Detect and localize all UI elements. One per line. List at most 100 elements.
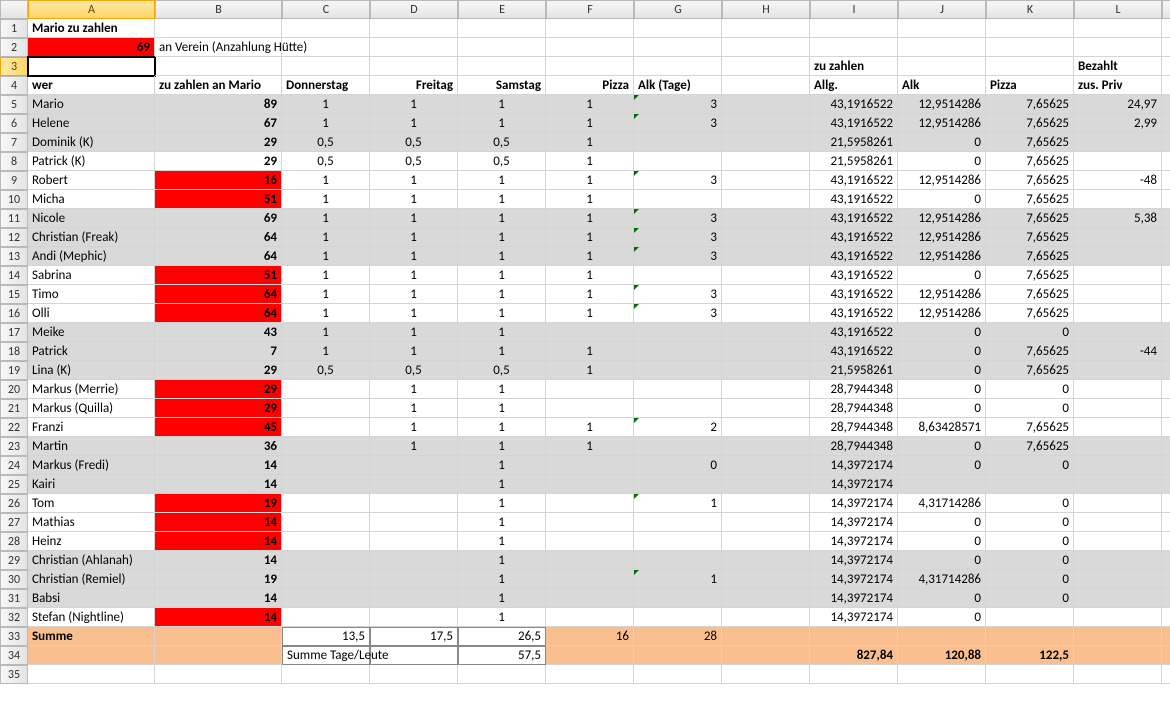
cell[interactable]: 7,65625 xyxy=(986,247,1074,266)
cell[interactable]: 122,5 xyxy=(986,646,1074,665)
cell[interactable] xyxy=(1074,38,1162,57)
cell[interactable]: Dominik (K) xyxy=(28,133,155,152)
cell[interactable] xyxy=(1162,608,1170,627)
cell[interactable] xyxy=(1074,228,1162,247)
cell[interactable] xyxy=(546,57,634,76)
cell[interactable] xyxy=(1162,285,1170,304)
cell[interactable]: Heinz xyxy=(28,532,155,551)
cell[interactable]: 1 xyxy=(546,304,634,323)
cell[interactable]: 1 xyxy=(634,570,722,589)
cell[interactable]: 1 xyxy=(370,228,458,247)
cell[interactable] xyxy=(898,627,986,646)
row-header[interactable]: 32 xyxy=(0,608,28,627)
cell[interactable] xyxy=(1162,494,1170,513)
cell[interactable]: 1 xyxy=(458,437,546,456)
cell[interactable]: 3 xyxy=(634,247,722,266)
cell[interactable]: 1 xyxy=(370,247,458,266)
cell[interactable]: 57,5 xyxy=(458,646,546,665)
cell[interactable] xyxy=(458,38,546,57)
cell[interactable] xyxy=(155,627,282,646)
cell[interactable]: 19 xyxy=(155,494,282,513)
cell[interactable]: 14,3972174 xyxy=(810,475,898,494)
cell[interactable] xyxy=(722,608,810,627)
cell[interactable] xyxy=(370,570,458,589)
cell[interactable] xyxy=(370,38,458,57)
cell[interactable] xyxy=(986,627,1074,646)
cell[interactable]: Martin xyxy=(28,437,155,456)
cell[interactable] xyxy=(634,152,722,171)
cell[interactable] xyxy=(634,57,722,76)
cell[interactable] xyxy=(1162,532,1170,551)
cell[interactable] xyxy=(1162,399,1170,418)
cell[interactable]: 1 xyxy=(370,437,458,456)
cell[interactable] xyxy=(1074,418,1162,437)
cell[interactable]: 7,65625 xyxy=(986,437,1074,456)
cell[interactable] xyxy=(546,399,634,418)
cell[interactable] xyxy=(722,209,810,228)
cell[interactable]: 2,99 xyxy=(1074,114,1162,133)
cell[interactable] xyxy=(1162,361,1170,380)
cell[interactable] xyxy=(810,665,898,684)
cell[interactable]: Christian (Ahlanah) xyxy=(28,551,155,570)
col-header[interactable]: I xyxy=(810,0,898,19)
cell[interactable] xyxy=(722,456,810,475)
cell[interactable] xyxy=(1162,190,1170,209)
row-header[interactable]: 25 xyxy=(0,475,28,494)
cell[interactable]: 12,9514286 xyxy=(898,171,986,190)
cell[interactable] xyxy=(546,494,634,513)
cell[interactable]: 26,5 xyxy=(458,627,546,646)
cell[interactable]: Patrick (K) xyxy=(28,152,155,171)
cell[interactable] xyxy=(1074,570,1162,589)
row-header[interactable]: 30 xyxy=(0,570,28,589)
cell[interactable]: 12,9514286 xyxy=(898,114,986,133)
cell[interactable]: 1 xyxy=(458,532,546,551)
cell[interactable]: 1 xyxy=(370,380,458,399)
row-header[interactable]: 21 xyxy=(0,399,28,418)
cell[interactable]: 0 xyxy=(986,551,1074,570)
cell[interactable]: 0 xyxy=(898,380,986,399)
cell[interactable]: 0 xyxy=(898,551,986,570)
cell[interactable]: 1 xyxy=(458,399,546,418)
cell[interactable] xyxy=(282,475,370,494)
cell[interactable] xyxy=(1074,475,1162,494)
row-header[interactable]: 10 xyxy=(0,190,28,209)
cell[interactable]: 1 xyxy=(546,228,634,247)
cell[interactable]: 51 xyxy=(155,266,282,285)
cell[interactable]: 13,5 xyxy=(282,627,370,646)
cell[interactable]: 43,1916522 xyxy=(810,228,898,247)
cell[interactable] xyxy=(458,19,546,38)
cell[interactable] xyxy=(28,57,155,76)
cell[interactable]: 7,65625 xyxy=(986,190,1074,209)
cell[interactable]: 1 xyxy=(282,228,370,247)
cell[interactable] xyxy=(722,152,810,171)
cell[interactable]: 0,5 xyxy=(458,361,546,380)
row-header[interactable]: 8 xyxy=(0,152,28,171)
row-header[interactable]: 19 xyxy=(0,361,28,380)
cell[interactable] xyxy=(634,399,722,418)
cell[interactable]: Markus (Quilla) xyxy=(28,399,155,418)
cell[interactable]: 0 xyxy=(898,608,986,627)
cell[interactable] xyxy=(546,551,634,570)
cell[interactable]: 64 xyxy=(155,285,282,304)
cell[interactable]: 64 xyxy=(155,228,282,247)
cell[interactable]: 0 xyxy=(986,513,1074,532)
cell[interactable]: Tom xyxy=(28,494,155,513)
cell[interactable] xyxy=(986,475,1074,494)
cell[interactable]: 1 xyxy=(458,494,546,513)
cell[interactable] xyxy=(986,608,1074,627)
cell[interactable] xyxy=(155,665,282,684)
cell[interactable] xyxy=(634,532,722,551)
cell[interactable] xyxy=(370,456,458,475)
cell[interactable] xyxy=(1074,380,1162,399)
cell[interactable]: Freitag xyxy=(370,76,458,95)
col-header[interactable]: L xyxy=(1074,0,1162,19)
cell[interactable]: 12,9514286 xyxy=(898,228,986,247)
cell[interactable]: 1 xyxy=(458,380,546,399)
cell[interactable]: 43,1916522 xyxy=(810,114,898,133)
cell[interactable] xyxy=(1162,38,1170,57)
cell[interactable]: 0 xyxy=(986,494,1074,513)
cell[interactable]: 1 xyxy=(282,323,370,342)
cell[interactable] xyxy=(546,475,634,494)
cell[interactable] xyxy=(1162,570,1170,589)
cell[interactable] xyxy=(1074,589,1162,608)
